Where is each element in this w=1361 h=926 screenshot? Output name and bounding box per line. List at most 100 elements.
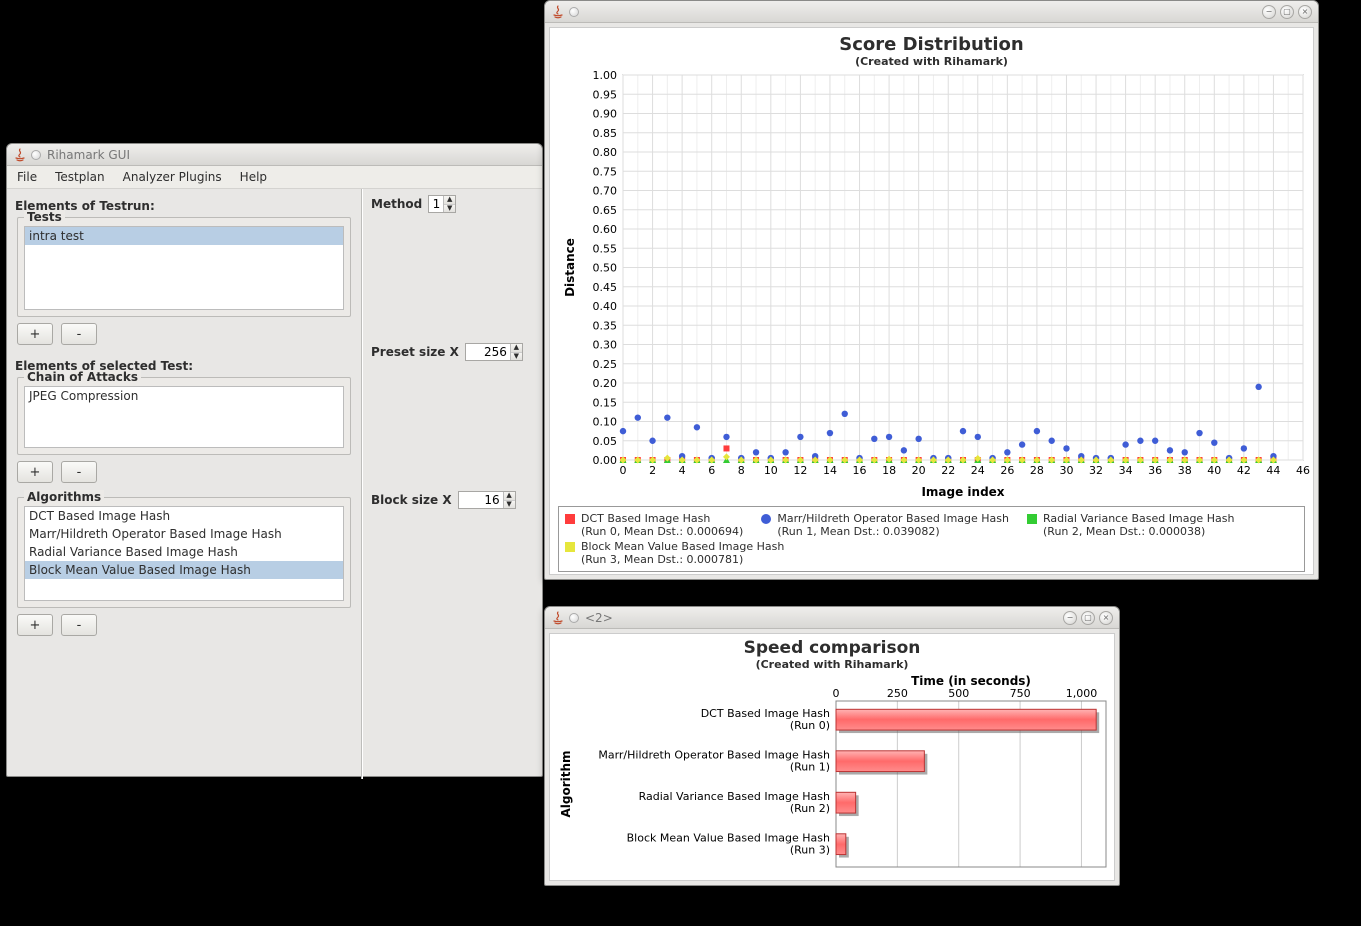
algos-legend: Algorithms <box>24 490 104 504</box>
list-item[interactable]: intra test <box>25 227 343 245</box>
svg-text:34: 34 <box>1119 464 1133 477</box>
rihamark-main-window: Rihamark GUI File Testplan Analyzer Plug… <box>6 143 543 777</box>
java-icon <box>13 148 27 162</box>
svg-text:0.75: 0.75 <box>593 165 618 178</box>
chevron-down-icon[interactable]: ▼ <box>504 501 515 509</box>
speed-plot-svg: Time (in seconds)02505007501,000Algorith… <box>556 673 1116 873</box>
svg-text:42: 42 <box>1237 464 1251 477</box>
method-spinner[interactable]: ▲▼ <box>428 195 456 213</box>
score-chart: Score Distribution (Created with Rihamar… <box>549 27 1314 575</box>
list-item[interactable]: JPEG Compression <box>25 387 343 405</box>
svg-text:0: 0 <box>833 687 840 700</box>
svg-text:(Run 0): (Run 0) <box>790 719 830 732</box>
list-item[interactable]: Block Mean Value Based Image Hash <box>25 561 343 579</box>
chevron-down-icon[interactable]: ▼ <box>444 205 455 213</box>
svg-text:32: 32 <box>1089 464 1103 477</box>
chevron-down-icon[interactable]: ▼ <box>511 353 522 361</box>
window-menu-icon[interactable] <box>569 7 579 17</box>
maximize-icon[interactable]: ▢ <box>1280 5 1294 19</box>
chain-add-button[interactable]: + <box>17 461 53 483</box>
svg-text:16: 16 <box>853 464 867 477</box>
svg-text:0.85: 0.85 <box>593 127 618 140</box>
algos-remove-button[interactable]: - <box>61 614 97 636</box>
algos-list[interactable]: DCT Based Image Hash Marr/Hildreth Opera… <box>24 506 344 601</box>
minimize-icon[interactable]: − <box>1262 5 1276 19</box>
svg-text:44: 44 <box>1266 464 1280 477</box>
svg-text:0.25: 0.25 <box>593 358 618 371</box>
svg-text:0.95: 0.95 <box>593 88 618 101</box>
svg-text:Algorithm: Algorithm <box>559 750 573 817</box>
block-input[interactable] <box>459 492 503 508</box>
svg-text:Image index: Image index <box>921 485 1004 499</box>
main-titlebar[interactable]: Rihamark GUI <box>7 144 542 166</box>
chart-title: Speed comparison <box>556 638 1108 658</box>
svg-text:Time (in seconds): Time (in seconds) <box>911 674 1031 688</box>
svg-text:8: 8 <box>738 464 745 477</box>
speed-titlebar[interactable]: <2> − ▢ × <box>545 607 1119 629</box>
svg-text:0.00: 0.00 <box>593 454 618 467</box>
main-title: Rihamark GUI <box>47 148 536 162</box>
svg-text:0.50: 0.50 <box>593 262 618 275</box>
speed-window: <2> − ▢ × Speed comparison (Created with… <box>544 606 1120 886</box>
chain-legend: Chain of Attacks <box>24 370 141 384</box>
speed-chart: Speed comparison (Created with Rihamark)… <box>549 633 1115 881</box>
block-label: Block size X <box>371 493 452 507</box>
algos-add-button[interactable]: + <box>17 614 53 636</box>
score-window: − ▢ × Score Distribution (Created with R… <box>544 0 1319 580</box>
svg-text:2: 2 <box>649 464 656 477</box>
window-menu-icon[interactable] <box>31 150 41 160</box>
menu-testplan[interactable]: Testplan <box>51 168 109 186</box>
left-pane: Elements of Testrun: Tests intra test + … <box>7 189 362 779</box>
svg-text:0.80: 0.80 <box>593 146 618 159</box>
svg-text:0.35: 0.35 <box>593 319 618 332</box>
tests-add-button[interactable]: + <box>17 323 53 345</box>
speed-title: <2> <box>585 611 1059 625</box>
svg-text:0.15: 0.15 <box>593 396 618 409</box>
svg-text:(Run 3): (Run 3) <box>790 843 830 856</box>
list-item[interactable]: DCT Based Image Hash <box>25 507 343 525</box>
menu-analyzer[interactable]: Analyzer Plugins <box>119 168 226 186</box>
svg-text:0.65: 0.65 <box>593 204 618 217</box>
java-icon <box>551 5 565 19</box>
svg-text:0.45: 0.45 <box>593 281 618 294</box>
svg-text:0.30: 0.30 <box>593 339 618 352</box>
block-spinner[interactable]: ▲▼ <box>458 491 516 509</box>
window-menu-icon[interactable] <box>569 613 579 623</box>
svg-text:14: 14 <box>823 464 837 477</box>
svg-text:500: 500 <box>948 687 969 700</box>
tests-list[interactable]: intra test <box>24 226 344 310</box>
legend-item: Marr/Hildreth Operator Based Image Hash(… <box>761 512 1009 538</box>
svg-text:24: 24 <box>971 464 985 477</box>
chain-fieldset: Chain of Attacks JPEG Compression <box>17 377 351 455</box>
menu-file[interactable]: File <box>13 168 41 186</box>
svg-text:30: 30 <box>1059 464 1073 477</box>
preset-input[interactable] <box>466 344 510 360</box>
legend-item: DCT Based Image Hash(Run 0, Mean Dst.: 0… <box>565 512 743 538</box>
svg-text:0: 0 <box>620 464 627 477</box>
svg-text:26: 26 <box>1000 464 1014 477</box>
score-legend: DCT Based Image Hash(Run 0, Mean Dst.: 0… <box>558 506 1305 572</box>
close-icon[interactable]: × <box>1099 611 1113 625</box>
chain-list[interactable]: JPEG Compression <box>24 386 344 448</box>
tests-remove-button[interactable]: - <box>61 323 97 345</box>
svg-text:Distance: Distance <box>563 238 577 297</box>
svg-text:46: 46 <box>1296 464 1310 477</box>
svg-text:0.10: 0.10 <box>593 416 618 429</box>
tests-fieldset: Tests intra test <box>17 217 351 317</box>
list-item[interactable]: Marr/Hildreth Operator Based Image Hash <box>25 525 343 543</box>
menu-help[interactable]: Help <box>236 168 271 186</box>
svg-text:12: 12 <box>793 464 807 477</box>
chain-remove-button[interactable]: - <box>61 461 97 483</box>
minimize-icon[interactable]: − <box>1063 611 1077 625</box>
method-input[interactable] <box>429 196 443 212</box>
svg-text:1,000: 1,000 <box>1066 687 1098 700</box>
maximize-icon[interactable]: ▢ <box>1081 611 1095 625</box>
tests-legend: Tests <box>24 210 65 224</box>
score-titlebar[interactable]: − ▢ × <box>545 1 1318 23</box>
list-item[interactable]: Radial Variance Based Image Hash <box>25 543 343 561</box>
java-icon <box>551 611 565 625</box>
svg-text:1.00: 1.00 <box>593 70 618 82</box>
close-icon[interactable]: × <box>1298 5 1312 19</box>
preset-spinner[interactable]: ▲▼ <box>465 343 523 361</box>
svg-text:(Run 2): (Run 2) <box>790 802 830 815</box>
